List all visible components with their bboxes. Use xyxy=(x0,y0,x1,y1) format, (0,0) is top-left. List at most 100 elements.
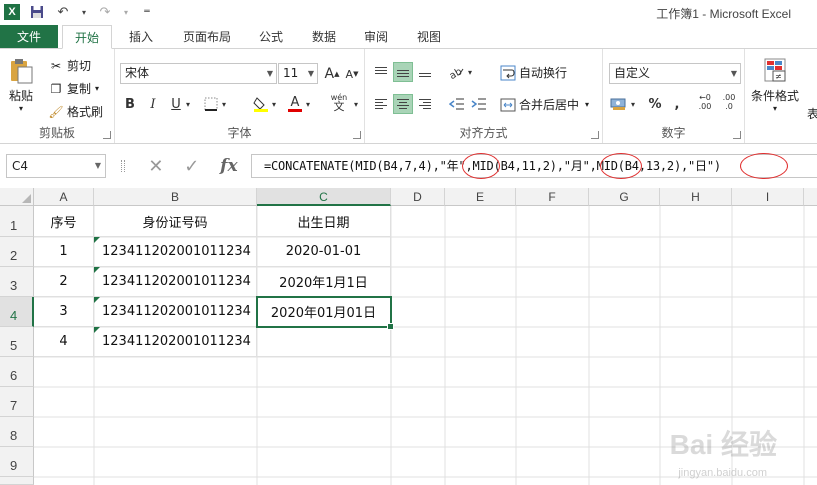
tab-file[interactable]: 文件 xyxy=(0,25,58,49)
font-color-dropdown-icon[interactable]: ▾ xyxy=(303,94,313,114)
cell-a4[interactable]: 3 xyxy=(34,297,94,327)
font-name-dropdown-icon[interactable]: ▼ xyxy=(267,64,273,83)
tab-data[interactable]: 数据 xyxy=(304,25,344,49)
cell-c5[interactable] xyxy=(257,327,391,357)
row-header-8[interactable]: 8 xyxy=(0,417,34,447)
formula-bar-grip-icon[interactable] xyxy=(121,160,125,172)
cell-c3[interactable]: 2020年1月1日 xyxy=(257,267,391,297)
row-header-5[interactable]: 5 xyxy=(0,327,34,357)
font-size-combo[interactable]: 11 ▼ xyxy=(278,63,318,84)
borders-icon[interactable] xyxy=(201,94,221,114)
column-header-a[interactable]: A xyxy=(34,188,94,206)
merge-center-button[interactable]: 合并后居中 ▾ xyxy=(500,96,589,113)
formula-input[interactable]: =CONCATENATE(MID(B4,7,4),"年",MID(B4,11,2… xyxy=(251,154,817,178)
format-painter-button[interactable]: 🖌 格式刷 xyxy=(48,103,103,120)
orientation-icon[interactable]: ab xyxy=(447,62,467,82)
number-format-combo[interactable]: 自定义 ▼ xyxy=(609,63,741,84)
comma-style-button[interactable]: , xyxy=(667,94,687,114)
cell-a2[interactable]: 1 xyxy=(34,237,94,267)
tab-insert[interactable]: 插入 xyxy=(120,25,162,49)
cell-b5[interactable]: 123411202001011234 xyxy=(94,327,257,357)
tab-formulas[interactable]: 公式 xyxy=(252,25,290,49)
merge-center-dropdown-icon[interactable]: ▾ xyxy=(585,100,589,109)
row-header-3[interactable]: 3 xyxy=(0,267,34,297)
decrease-decimal-icon[interactable]: .00.0 xyxy=(719,92,739,112)
cell-b1[interactable]: 身份证号码 xyxy=(94,206,257,237)
column-header-e[interactable]: E xyxy=(445,188,516,206)
increase-indent-icon[interactable] xyxy=(469,94,489,114)
tab-home[interactable]: 开始 xyxy=(62,25,112,49)
fill-color-dropdown-icon[interactable]: ▾ xyxy=(269,94,279,114)
alignment-launcher-icon[interactable] xyxy=(591,131,599,139)
clipboard-launcher-icon[interactable] xyxy=(103,131,111,139)
paste-button[interactable]: 粘贴 ▾ xyxy=(8,57,34,113)
cell-c4[interactable]: 2020年01月01日 xyxy=(257,297,391,327)
row-header-9[interactable]: 9 xyxy=(0,447,34,477)
row-header-4[interactable]: 4 xyxy=(0,297,34,327)
cell-a5[interactable]: 4 xyxy=(34,327,94,357)
percent-style-button[interactable]: % xyxy=(645,94,665,114)
row-header-7[interactable]: 7 xyxy=(0,387,34,417)
column-header-b[interactable]: B xyxy=(94,188,257,206)
font-launcher-icon[interactable] xyxy=(353,131,361,139)
bold-button[interactable]: B xyxy=(120,94,140,114)
column-header-h[interactable]: H xyxy=(660,188,732,206)
copy-button[interactable]: ❐ 复制 ▾ xyxy=(48,80,99,97)
conditional-format-dropdown-icon[interactable]: ▾ xyxy=(773,104,777,113)
wrap-text-button[interactable]: 自动换行 xyxy=(500,64,567,81)
font-name-combo[interactable]: 宋体 ▼ xyxy=(120,63,277,84)
redo-icon[interactable]: ↷ xyxy=(96,3,114,21)
undo-icon[interactable]: ↶ xyxy=(54,3,72,21)
name-box-dropdown-icon[interactable]: ▼ xyxy=(95,155,101,177)
column-header-i[interactable]: I xyxy=(732,188,804,206)
tab-page-layout[interactable]: 页面布局 xyxy=(174,25,240,49)
align-center-icon[interactable] xyxy=(393,94,413,114)
cell-b3[interactable]: 123411202001011234 xyxy=(94,267,257,297)
grow-font-icon[interactable]: A ▲ xyxy=(322,64,342,84)
fill-color-icon[interactable] xyxy=(251,94,271,114)
customize-qat-icon[interactable]: ═ xyxy=(138,3,156,21)
number-launcher-icon[interactable] xyxy=(733,131,741,139)
cell-a3[interactable]: 2 xyxy=(34,267,94,297)
format-as-table-label[interactable]: 表 xyxy=(807,105,817,122)
name-box[interactable]: C4 ▼ xyxy=(6,154,106,178)
italic-button[interactable]: I xyxy=(143,94,163,114)
accounting-format-icon[interactable] xyxy=(609,94,629,114)
align-left-icon[interactable] xyxy=(371,94,391,114)
borders-dropdown-icon[interactable]: ▾ xyxy=(219,94,229,114)
tab-review[interactable]: 审阅 xyxy=(356,25,396,49)
cell-c1[interactable]: 出生日期 xyxy=(257,206,391,237)
column-header-g[interactable]: G xyxy=(589,188,660,206)
save-icon[interactable] xyxy=(28,3,46,21)
cell-b2[interactable]: 123411202001011234 xyxy=(94,237,257,267)
undo-dropdown-icon[interactable]: ▾ xyxy=(80,3,88,21)
copy-dropdown-icon[interactable]: ▾ xyxy=(95,84,99,93)
column-header-f[interactable]: F xyxy=(516,188,589,206)
column-header-d[interactable]: D xyxy=(391,188,445,206)
row-header-2[interactable]: 2 xyxy=(0,237,34,267)
column-header-partial[interactable] xyxy=(804,188,817,206)
accounting-dropdown-icon[interactable]: ▾ xyxy=(628,94,638,114)
cell-c2[interactable]: 2020-01-01 xyxy=(257,237,391,267)
align-right-icon[interactable] xyxy=(415,94,435,114)
row-header-6[interactable]: 6 xyxy=(0,357,34,387)
decrease-indent-icon[interactable] xyxy=(447,94,467,114)
align-middle-icon[interactable] xyxy=(393,62,413,82)
insert-function-icon[interactable]: fx xyxy=(220,156,237,176)
increase-decimal-icon[interactable]: ←0.00 xyxy=(695,92,715,112)
number-format-dropdown-icon[interactable]: ▼ xyxy=(731,64,737,83)
enter-icon[interactable]: ✓ xyxy=(184,156,199,177)
conditional-format-button[interactable]: ≠ 条件格式 ▾ xyxy=(751,57,799,113)
align-top-icon[interactable] xyxy=(371,62,391,82)
cell-a1[interactable]: 序号 xyxy=(34,206,94,237)
row-header-10[interactable] xyxy=(0,477,34,485)
paste-dropdown-icon[interactable]: ▾ xyxy=(19,104,23,113)
phonetic-dropdown-icon[interactable]: ▾ xyxy=(351,94,361,114)
tab-view[interactable]: 视图 xyxy=(409,25,449,49)
column-header-c[interactable]: C xyxy=(257,188,391,206)
cell-b4[interactable]: 123411202001011234 xyxy=(94,297,257,327)
font-size-dropdown-icon[interactable]: ▼ xyxy=(308,64,314,83)
underline-dropdown-icon[interactable]: ▾ xyxy=(183,94,193,114)
select-all-button[interactable] xyxy=(0,188,34,206)
row-header-1[interactable]: 1 xyxy=(0,206,34,237)
